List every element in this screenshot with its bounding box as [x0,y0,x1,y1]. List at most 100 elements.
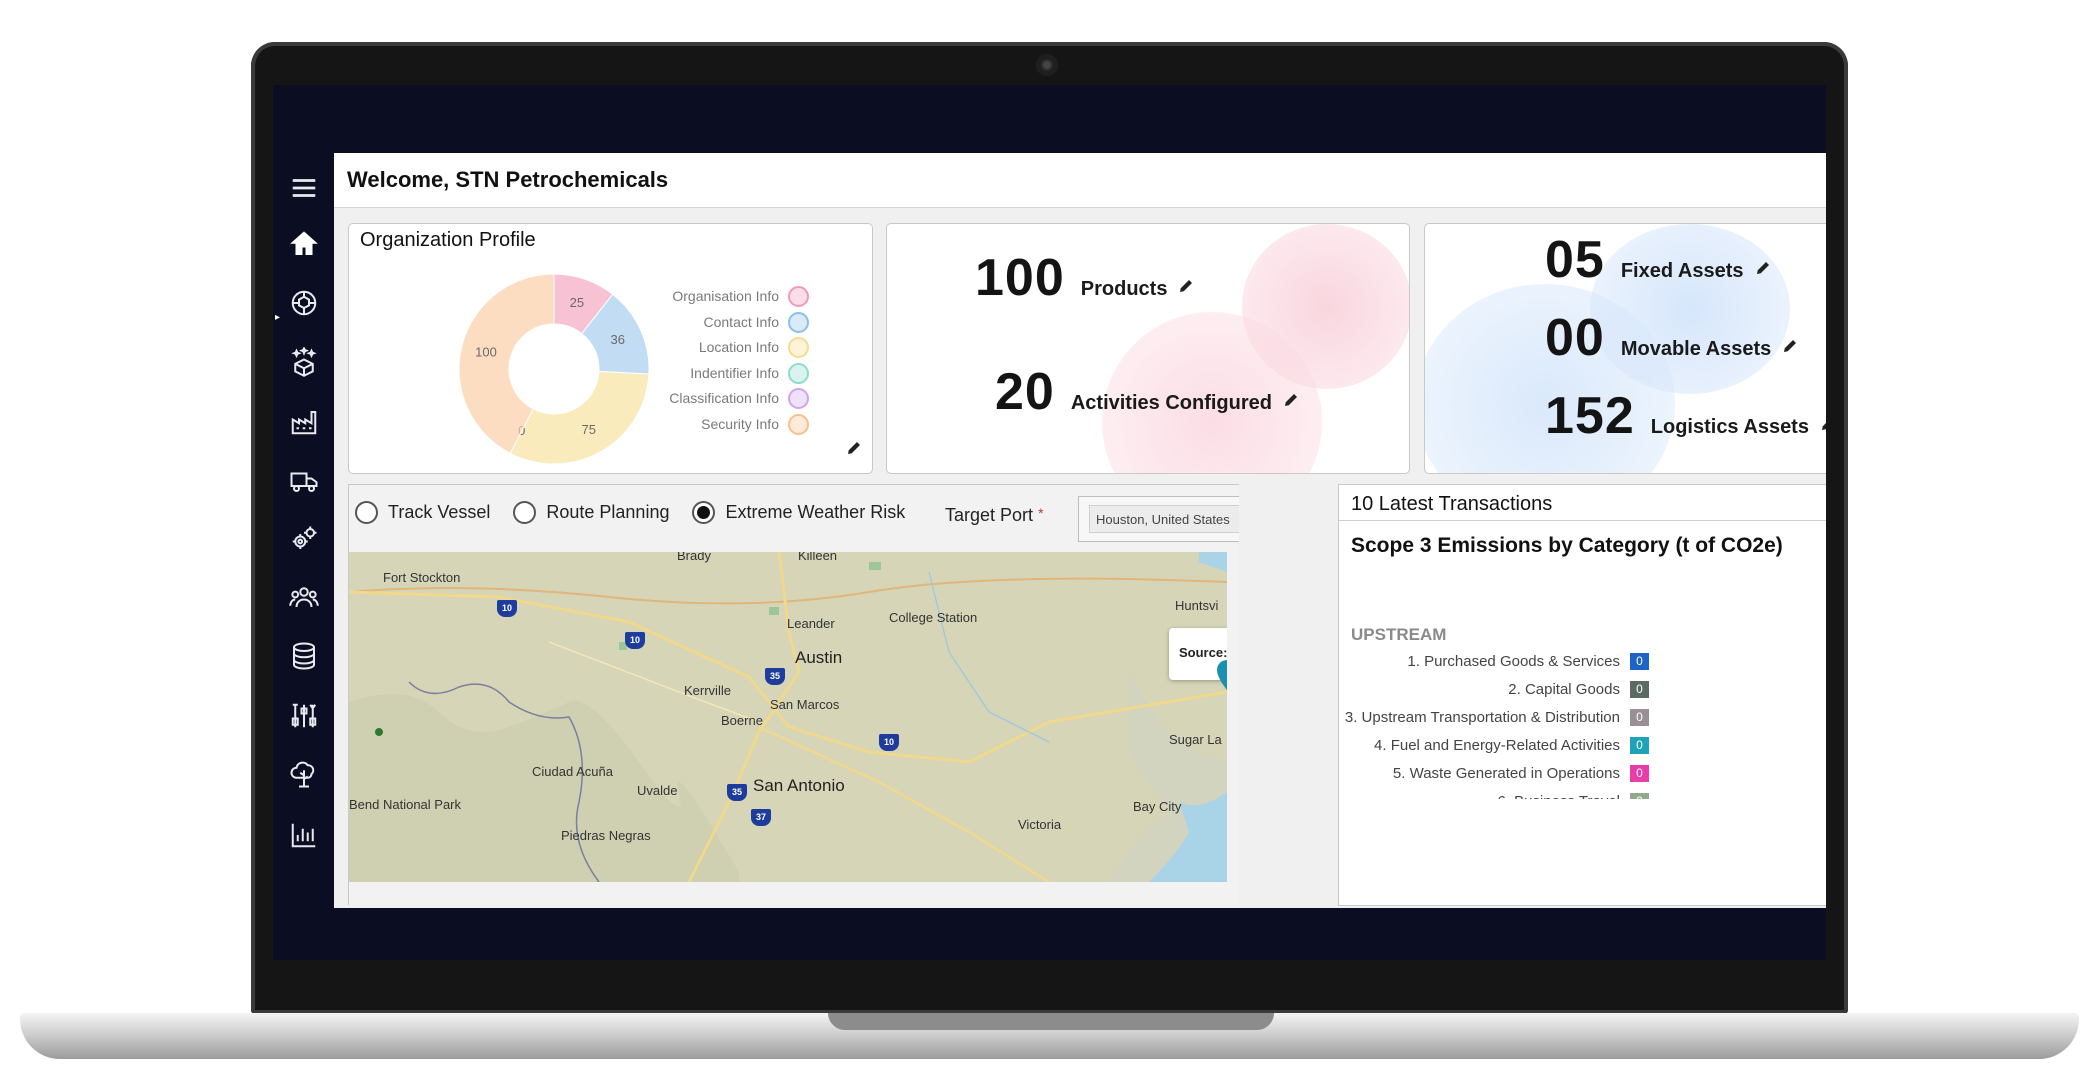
fixed-assets-label: Fixed Assets [1620,260,1744,282]
legend-item[interactable]: Indentifier Info [619,362,809,389]
scope3-category-value: 0 [1630,708,1649,726]
edit-pencil-icon[interactable] [1177,277,1195,295]
legend-swatch [788,286,809,307]
donut-value-label: 25 [570,295,584,310]
legend-label: Indentifier Info [690,364,779,381]
chart-legend: Organisation Info Contact Info Location In… [619,286,809,439]
scope3-category-row[interactable]: 3. Upstream Transportation & Distributio… [1345,707,1649,727]
logistics-assets-stat: 152 Logistics Assets [1545,386,1826,446]
route-planning-radio[interactable] [513,501,537,524]
scope3-category-label: 4. Fuel and Energy-Related Activities [1374,736,1620,754]
interstate-35-shield: 35 [765,668,785,685]
gears-icon[interactable] [287,522,321,556]
map-pin-icon[interactable] [1217,660,1227,690]
scope3-category-value: 0 [1630,736,1649,754]
interstate-10-shield: 10 [879,734,899,751]
edit-pencil-icon[interactable] [1754,259,1772,277]
target-port-label-text: Target Port [945,505,1034,525]
card-title: Organization Profile [360,229,536,251]
map-label-ciudad-acuna: Ciudad Acuña [532,764,613,779]
map[interactable]: Fort Stockton Brady Killeen Huntsvi Lean… [349,552,1227,882]
movable-assets-label: Movable Assets [1620,338,1772,360]
page-title: Welcome, STN Petrochemicals [347,167,669,192]
legend-swatch [788,311,809,333]
legend-item[interactable]: Location Info [619,337,809,363]
edit-pencil-icon[interactable] [1282,391,1300,409]
extreme-weather-risk-radio[interactable] [692,501,716,524]
screen: ▸ Welcome, STN Petrochemicals Organizati… [273,85,1826,960]
scope3-category-value: 0 [1630,680,1649,698]
logistics-assets-count: 152 [1545,387,1635,445]
interstate-10-shield: 10 [625,632,645,649]
legend-item[interactable]: Classification Info [619,388,809,414]
edit-pencil-icon[interactable] [1819,415,1826,433]
map-label-killeen: Killeen [798,552,838,563]
target-port-select[interactable]: Houston, United States [1078,496,1239,542]
bar-chart-icon[interactable] [287,818,321,852]
assets-card: 05 Fixed Assets 00 Movable Assets 152 Lo… [1424,223,1826,474]
track-vessel-label[interactable]: Track Vessel [388,502,490,523]
products-label: Products [1080,278,1168,300]
sidebar: ▸ [273,153,334,908]
scope3-title: Scope 3 Emissions by Category (t of CO2e… [1351,534,1783,557]
database-icon[interactable] [287,639,321,673]
target-port-value[interactable]: Houston, United States [1089,505,1239,533]
organization-profile-card: Organization Profile 2536750100 Organisa… [348,223,873,474]
scope3-category-value: 0 [1630,764,1649,782]
product-box-icon[interactable] [287,345,321,379]
map-label-san-antonio: San Antonio [753,776,845,795]
products-card: 100 Products 20 Activities Configured [886,223,1410,474]
scope3-category-row[interactable]: 1. Purchased Goods & Services 0 [1407,651,1649,671]
scope3-emissions-panel: Scope 3 Emissions by Category (t of CO2e… [1339,520,1826,905]
network-cube-icon[interactable] [287,286,321,320]
legend-item[interactable]: Organisation Info [619,286,809,312]
map-label-victoria: Victoria [1018,817,1062,832]
map-label-austin: Austin [795,648,843,667]
map-label-bay-city: Bay City [1133,799,1182,814]
tools-icon[interactable] [287,699,321,733]
target-port-label: Target Port * [945,505,1044,526]
track-vessel-radio[interactable] [355,501,378,524]
route-planning-label[interactable]: Route Planning [546,502,669,523]
scope3-category-row[interactable]: 5. Waste Generated in Operations 0 [1393,763,1649,783]
logistics-assets-label: Logistics Assets [1650,416,1809,438]
legend-item[interactable]: Security Info [619,413,809,440]
users-icon[interactable] [287,580,321,614]
factory-icon[interactable] [287,405,321,439]
active-marker-icon: ▸ [275,312,281,323]
legend-label: Security Info [701,415,779,432]
map-label-brady: Brady [677,552,711,563]
scope3-category-row[interactable]: 2. Capital Goods 0 [1508,679,1649,699]
source-popup-label: Source: [1179,645,1227,660]
map-label-san-marcos: San Marcos [770,697,840,712]
map-label-kerrville: Kerrville [684,683,731,698]
fixed-assets-stat: 05 Fixed Assets [1545,230,1772,290]
top-bar: Welcome, STN Petrochemicals [334,153,1826,208]
scope3-category-value: 0 [1630,652,1649,670]
map-label-leander: Leander [787,616,835,631]
donut-value-label: 75 [581,422,595,437]
scope3-category-value: 0 [1630,792,1649,799]
edit-pencil-icon[interactable] [1781,337,1799,355]
required-asterisk: * [1038,505,1044,521]
donut-value-label: 100 [475,344,497,359]
transactions-title: 10 Latest Transactions [1351,493,1553,515]
cloud-tree-icon[interactable] [287,757,321,791]
menu-icon[interactable] [287,171,321,205]
scope3-category-row[interactable]: 6. Business Travel 0 [1497,791,1649,799]
interstate-35-shield: 35 [727,784,747,801]
movable-assets-count: 00 [1545,309,1605,367]
tracking-mode-options: Track Vessel Route Planning Extreme Weat… [355,501,928,524]
activities-stat: 20 Activities Configured [995,362,1300,422]
scope3-category-row[interactable]: 4. Fuel and Energy-Related Activities 0 [1374,735,1649,755]
scope3-category-label: 5. Waste Generated in Operations [1392,764,1620,782]
legend-item[interactable]: Contact Info [619,311,809,338]
scope3-category-label: 3. Upstream Transportation & Distributio… [1344,708,1620,726]
edit-pencil-icon[interactable] [845,439,863,457]
main-content: Welcome, STN Petrochemicals Organization… [334,153,1826,908]
truck-icon[interactable] [287,464,321,498]
interstate-10-shield: 10 [497,600,517,617]
extreme-weather-risk-label[interactable]: Extreme Weather Risk [725,502,905,523]
home-icon[interactable] [287,227,321,261]
map-label-sugar-land: Sugar La [1169,732,1222,747]
